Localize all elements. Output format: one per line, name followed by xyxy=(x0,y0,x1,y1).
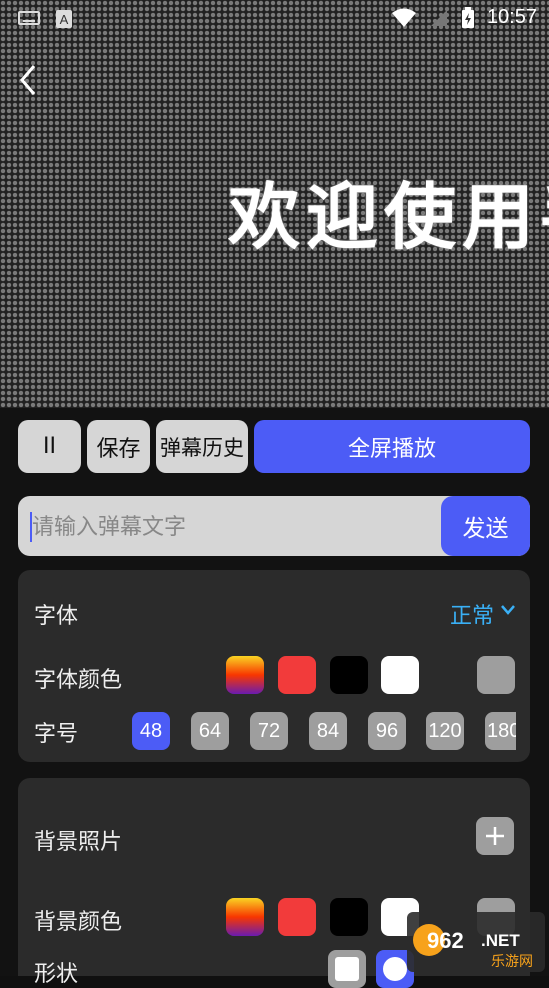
black-swatch[interactable] xyxy=(330,656,368,694)
font-value[interactable]: 正常 xyxy=(450,598,494,630)
marquee-text: 欢迎使用手 xyxy=(228,175,549,259)
svg-text:A: A xyxy=(60,12,69,27)
gray-swatch[interactable] xyxy=(477,656,515,694)
danmaku-input-row: 发送 xyxy=(18,496,530,558)
bg-red-swatch[interactable] xyxy=(278,898,316,936)
square-shape-icon xyxy=(335,957,359,981)
no-signal-icon xyxy=(430,9,447,26)
text-caret xyxy=(30,512,32,542)
send-button[interactable]: 发送 xyxy=(441,496,530,556)
bg-gradient-swatch[interactable] xyxy=(226,898,264,936)
white-swatch[interactable] xyxy=(381,656,419,694)
keyboard-icon xyxy=(18,11,40,25)
a-icon: A xyxy=(56,10,72,28)
wifi-icon xyxy=(391,8,416,27)
size-chip-180[interactable]: 180 xyxy=(485,712,516,750)
bg-black-swatch[interactable] xyxy=(330,898,368,936)
red-swatch[interactable] xyxy=(278,656,316,694)
size-chip-64[interactable]: 64 xyxy=(191,712,229,750)
font-color-label: 字体颜色 xyxy=(34,668,123,693)
save-button[interactable]: 保存 xyxy=(87,420,150,473)
status-bar: A 10:57 xyxy=(0,0,549,38)
add-photo-button[interactable] xyxy=(476,817,514,855)
size-chip-120[interactable]: 120 xyxy=(426,712,464,750)
size-chip-48[interactable]: 48 xyxy=(132,712,170,750)
circle-shape-icon xyxy=(383,957,407,981)
danmaku-input[interactable] xyxy=(30,496,434,558)
size-chip-72[interactable]: 72 xyxy=(250,712,288,750)
svg-text:962: 962 xyxy=(427,928,464,953)
battery-icon xyxy=(461,6,474,28)
shape-square-option[interactable] xyxy=(328,950,366,988)
fullscreen-button[interactable]: 全屏播放 xyxy=(254,420,530,473)
svg-text:.NET: .NET xyxy=(481,931,520,950)
history-button[interactable]: 弹幕历史 xyxy=(156,420,248,473)
shape-label: 形状 xyxy=(34,962,79,987)
size-chip-96[interactable]: 96 xyxy=(368,712,406,750)
font-size-label: 字号 xyxy=(34,722,79,747)
chevron-down-icon[interactable] xyxy=(500,604,516,616)
watermark-logo: 962 .NET 乐游网 xyxy=(407,912,545,972)
bg-photo-label: 背景照片 xyxy=(34,830,123,855)
back-arrow-icon[interactable] xyxy=(14,62,42,98)
pause-button[interactable]: II xyxy=(18,420,81,473)
clock: 10:57 xyxy=(486,6,537,28)
bg-color-label: 背景颜色 xyxy=(34,910,123,935)
font-label: 字体 xyxy=(34,604,79,629)
size-chip-84[interactable]: 84 xyxy=(309,712,347,750)
svg-text:乐游网: 乐游网 xyxy=(491,954,533,970)
plus-icon xyxy=(486,827,504,845)
gradient-swatch[interactable] xyxy=(226,656,264,694)
